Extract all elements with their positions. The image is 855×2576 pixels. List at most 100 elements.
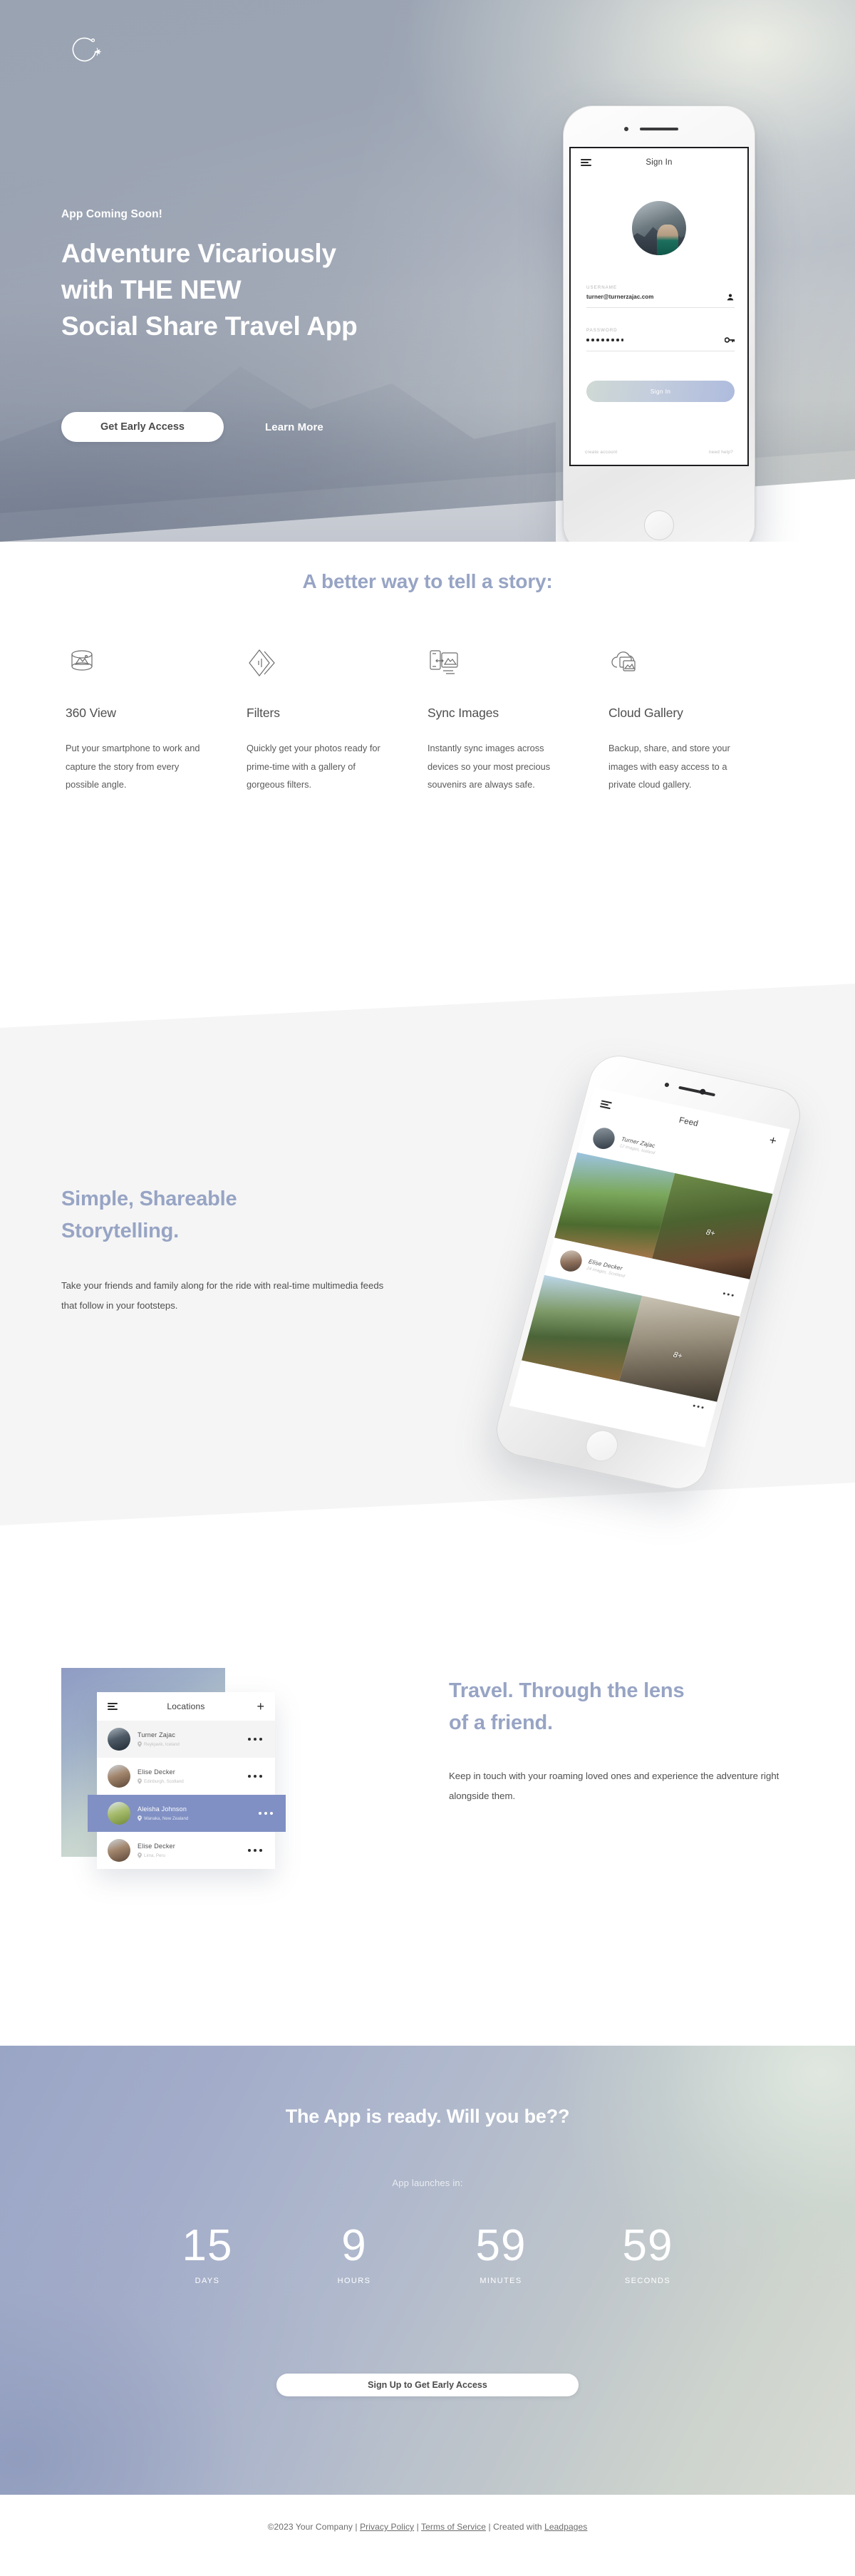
more-dots-icon[interactable] (693, 1404, 704, 1409)
avatar (108, 1839, 130, 1862)
landing-page: App Coming Soon! Adventure Vicariously w… (0, 0, 855, 2576)
feature-card-filters: Filters Quickly get your photos ready fo… (247, 647, 428, 794)
storytelling-title: Simple, Shareable Storytelling. (61, 1183, 396, 1247)
phone-earpiece (640, 128, 678, 130)
username-label: USERNAME (586, 285, 618, 290)
locations-mockup: Locations + Turner Zajac Reykjavik, Icel… (61, 1668, 361, 1925)
location-row-selected[interactable]: Aleisha Johnson Wanaka, New Zealand (88, 1795, 286, 1832)
hero-title-line-2: with THE NEW (61, 275, 242, 305)
phone-front-camera-icon (624, 127, 628, 131)
location-name: Elise Decker (138, 1768, 175, 1776)
signup-early-access-button[interactable]: Sign Up to Get Early Access (276, 2374, 579, 2396)
signin-screen: Sign In USERNAME turner@turnerzajac.com … (569, 147, 749, 466)
hero-section: App Coming Soon! Adventure Vicariously w… (0, 0, 855, 542)
location-row[interactable]: Elise Decker Edinburgh, Scotland (97, 1758, 275, 1795)
location-name: Turner Zajac (138, 1731, 176, 1738)
countdown-title: The App is ready. Will you be?? (285, 2106, 570, 2127)
avatar (108, 1802, 130, 1825)
countdown-section: The App is ready. Will you be?? App laun… (0, 2046, 855, 2495)
feature-card-sync-images: Sync Images Instantly sync images across… (428, 647, 608, 794)
password-label: PASSWORD (586, 328, 618, 333)
phone-home-button (644, 510, 674, 540)
lens-body: Keep in touch with your roaming loved on… (449, 1770, 779, 1801)
signin-app-bar: Sign In (571, 148, 747, 177)
signin-submit-button[interactable]: Sign In (586, 381, 735, 402)
hero-cta-row: Get Early Access Learn More (61, 412, 323, 442)
more-dots-icon[interactable] (248, 1738, 262, 1741)
avatar (557, 1248, 584, 1274)
feature-title: 360 View (66, 706, 116, 720)
username-underline (586, 307, 735, 308)
hero-eyebrow: App Coming Soon! (61, 208, 162, 220)
locations-header: Locations + (97, 1692, 275, 1721)
hero-title: Adventure Vicariously with THE NEW Socia… (61, 235, 358, 344)
more-dots-icon[interactable] (259, 1812, 273, 1815)
feature-body: Backup, share, and store your images wit… (608, 743, 730, 790)
terms-of-service-link[interactable]: Terms of Service (421, 2522, 486, 2532)
more-dots-icon[interactable] (248, 1849, 262, 1852)
feature-title: Filters (247, 706, 280, 720)
footer: ©2023 Your Company | Privacy Policy | Te… (0, 2495, 855, 2576)
location-place: Edinburgh, Scotland (138, 1778, 184, 1784)
lens-title-line-1: Travel. Through the lens (449, 1679, 685, 1702)
airplane-circle-logo-icon[interactable] (63, 30, 105, 73)
countdown-label: DAYS (195, 2277, 220, 2285)
storytelling-content: Simple, Shareable Storytelling. Take you… (61, 1183, 396, 1315)
more-dots-icon[interactable] (248, 1775, 262, 1778)
countdown-grid: 15 DAYS 9 HOURS 59 MINUTES 59 SECONDS (0, 2221, 855, 2286)
footer-separator: | Created with (486, 2522, 545, 2532)
storytelling-title-line-1: Simple, Shareable (61, 1187, 237, 1210)
countdown-unit-hours: 9 HOURS (315, 2224, 393, 2286)
get-early-access-button[interactable]: Get Early Access (61, 412, 224, 442)
more-dots-icon[interactable] (722, 1292, 735, 1297)
countdown-label: MINUTES (480, 2277, 522, 2285)
map-pin-icon (138, 1778, 142, 1784)
countdown-value: 59 (475, 2221, 527, 2270)
create-account-link[interactable]: create account (585, 450, 617, 455)
countdown-value: 59 (622, 2221, 673, 2270)
person-icon (726, 292, 735, 305)
map-pin-icon (138, 1853, 142, 1858)
footer-text: ©2023 Your Company | Privacy Policy | Te… (268, 2522, 588, 2532)
password-field[interactable]: PASSWORD (586, 328, 735, 351)
location-place: Lima, Peru (138, 1853, 175, 1858)
leadpages-link[interactable]: Leadpages (544, 2522, 587, 2532)
avatar-person (656, 225, 679, 255)
username-field[interactable]: USERNAME turner@turnerzajac.com (586, 285, 735, 308)
locations-card: Locations + Turner Zajac Reykjavik, Icel… (88, 1692, 286, 1869)
avatar (590, 1125, 618, 1151)
signin-footer-links: create account need help? (585, 450, 733, 455)
location-place: Wanaka, New Zealand (138, 1815, 188, 1821)
feature-card-cloud-gallery: Cloud Gallery Backup, share, and store y… (608, 647, 789, 794)
storytelling-title-line-2: Storytelling. (61, 1219, 179, 1242)
location-name: Elise Decker (138, 1843, 175, 1850)
map-pin-icon (138, 1741, 142, 1747)
privacy-policy-link[interactable]: Privacy Policy (360, 2522, 414, 2532)
feature-card-360-view: 360 View Put your smartphone to work and… (66, 647, 247, 794)
key-icon (724, 335, 735, 348)
countdown-value: 15 (182, 2221, 233, 2270)
countdown-unit-minutes: 59 MINUTES (462, 2221, 540, 2286)
feature-body: Quickly get your photos ready for prime-… (247, 743, 380, 790)
feed-more-count: 8+ (705, 1227, 716, 1239)
countdown-subtitle: App launches in: (392, 2178, 463, 2188)
location-row[interactable]: Turner Zajac Reykjavik, Iceland (97, 1721, 275, 1758)
username-value: turner@turnerzajac.com (586, 294, 654, 300)
map-pin-icon (138, 1815, 142, 1821)
filters-diamond-icon (247, 647, 393, 684)
avatar (632, 201, 686, 255)
lens-title-line-2: of a friend. (449, 1711, 553, 1734)
password-value (586, 336, 735, 344)
location-place: Reykjavik, Iceland (138, 1741, 180, 1747)
feature-grid: 360 View Put your smartphone to work and… (0, 647, 855, 794)
location-row[interactable]: Elise Decker Lima, Peru (97, 1832, 275, 1869)
panorama-360-icon (66, 647, 212, 684)
learn-more-link[interactable]: Learn More (265, 421, 323, 433)
features-section: A better way to tell a story: 360 View P… (0, 570, 855, 794)
feature-body: Instantly sync images across devices so … (428, 743, 551, 790)
storytelling-body: Take your friends and family along for t… (61, 1279, 384, 1311)
feature-title: Cloud Gallery (608, 706, 683, 720)
need-help-link[interactable]: need help? (709, 450, 733, 455)
countdown-label: HOURS (337, 2277, 371, 2285)
footer-separator: | (414, 2522, 422, 2532)
